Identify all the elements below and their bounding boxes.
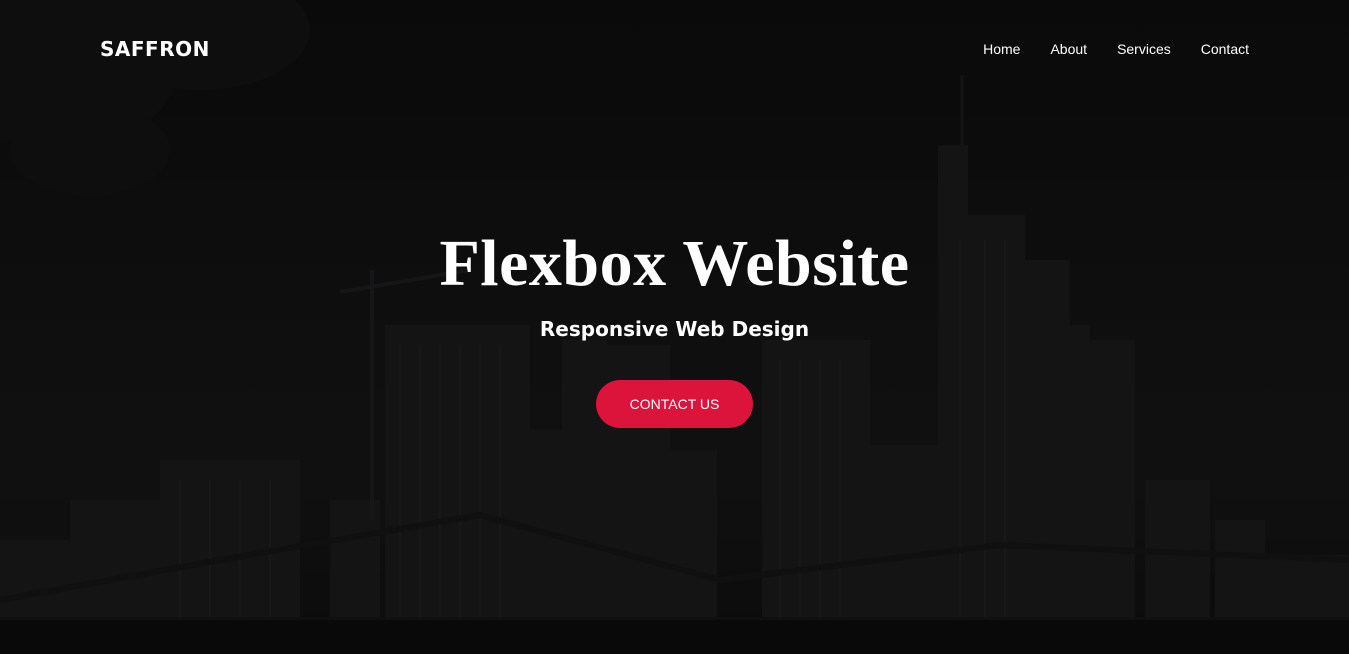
nav-item-services: Services	[1117, 38, 1171, 60]
nav-link-home[interactable]: Home	[983, 41, 1020, 57]
site-logo[interactable]: SAFFRON	[100, 36, 210, 62]
nav-link-about[interactable]: About	[1050, 41, 1087, 57]
hero-title: Flexbox Website	[439, 227, 910, 300]
hero-subtitle: Responsive Web Design	[539, 317, 810, 341]
contact-us-button[interactable]: CONTACT US	[596, 380, 753, 428]
hero-content: Flexbox Website Responsive Web Design CO…	[0, 222, 1349, 428]
hero-section: SAFFRON Home About Services Contact Flex…	[0, 0, 1349, 654]
nav-item-about: About	[1050, 38, 1087, 60]
nav-links: Home About Services Contact	[983, 38, 1249, 60]
nav-item-contact: Contact	[1201, 38, 1249, 60]
top-navbar: SAFFRON Home About Services Contact	[0, 0, 1349, 98]
nav-link-services[interactable]: Services	[1117, 41, 1171, 57]
nav-link-contact[interactable]: Contact	[1201, 41, 1249, 57]
nav-item-home: Home	[983, 38, 1020, 60]
